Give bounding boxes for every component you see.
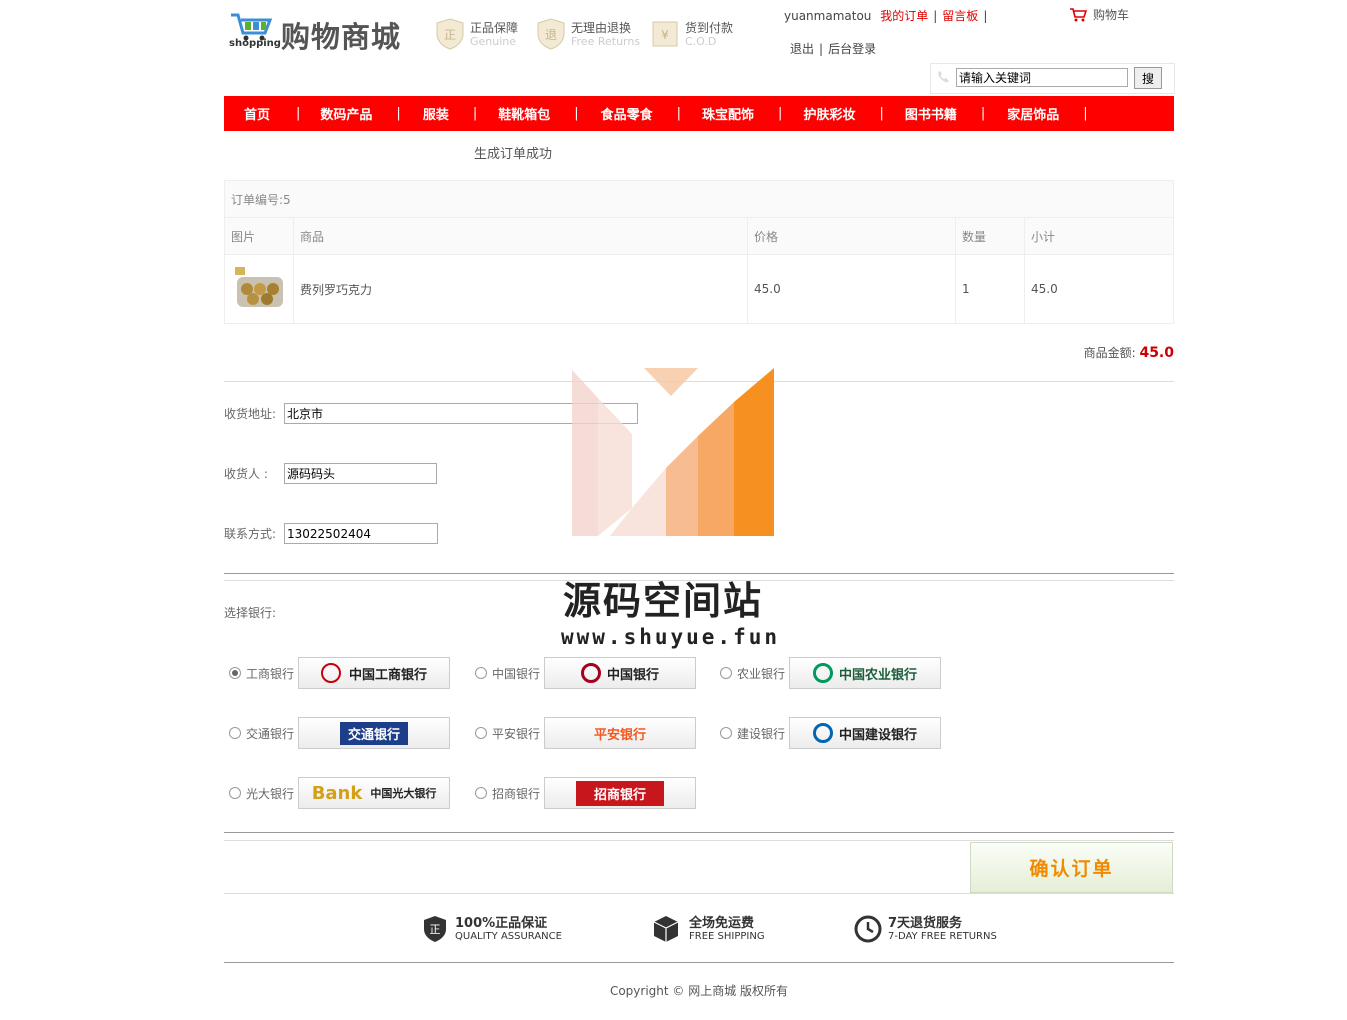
logo-sub: shopping [229, 38, 281, 49]
divider [224, 832, 1174, 833]
abc-logo[interactable]: 中国农业银行 [789, 657, 942, 689]
ccb-logo[interactable]: 中国建设银行 [789, 717, 942, 749]
clock-icon [854, 915, 882, 943]
watermark-title: 源码空间站 [563, 579, 764, 623]
boc-logo[interactable]: 中国银行 [544, 657, 697, 689]
divider [224, 962, 1174, 963]
svg-text:¥: ¥ [661, 28, 669, 42]
receiver-input[interactable] [284, 463, 437, 484]
cart-label: 购物车 [1093, 8, 1130, 22]
watermark-url: www.shuyue.fun [561, 625, 781, 649]
nav-jewelry[interactable]: 珠宝配饰 | [702, 104, 782, 123]
badge-cod: ¥ 货到付款 C.O.D [651, 16, 733, 52]
top-user-links: yuanmamatou 我的订单 | 留言板 | [784, 9, 988, 23]
svg-text:退: 退 [545, 28, 557, 42]
phone-icon [938, 71, 949, 83]
nav-books[interactable]: 图书书籍 | [905, 104, 985, 123]
gift-icon: ¥ [652, 21, 678, 47]
feature-shipping: 全场免运费 FREE SHIPPING [653, 915, 765, 943]
table-row: 费列罗巧克力 45.0 1 45.0 [224, 254, 1174, 324]
confirm-order-button[interactable]: 确认订单 [970, 842, 1173, 893]
cart-link[interactable]: 购物车 [1069, 6, 1129, 23]
shield-icon: 正 [436, 18, 464, 50]
watermark-logo-icon [572, 368, 774, 536]
ceb-logo[interactable]: Bank 中国光大银行 [298, 777, 451, 809]
nav-clothing[interactable]: 服装 | [423, 104, 477, 123]
col-qty: 数量 [955, 217, 1025, 255]
receiver-label: 收货人 : [224, 467, 268, 481]
main-nav: 首页 | 数码产品 | 服装 | 鞋靴箱包 | 食品零食 | 珠宝配饰 | 护肤彩妆 | 图书… [224, 96, 1174, 131]
feature-returns: 7天退货服务 7-DAY FREE RETURNS [854, 915, 997, 943]
order-number: 订单编号:5 [224, 180, 1174, 218]
bank-option-ceb[interactable]: 光大银行 Bank 中国光大银行 [229, 777, 451, 809]
table-header: 图片 商品 价格 数量 小计 [224, 217, 1174, 255]
phone-label: 联系方式: [224, 527, 277, 541]
pingan-logo[interactable]: 平安银行 [544, 717, 697, 749]
quality-shield-icon: 正 [424, 916, 446, 942]
nav-food[interactable]: 食品零食 | [601, 104, 681, 123]
nav-home-decor[interactable]: 家居饰品 | [1007, 104, 1087, 123]
nav-shoes-bags[interactable]: 鞋靴箱包 | [498, 104, 578, 123]
radio-cmb[interactable] [475, 787, 487, 799]
radio-bocom[interactable] [229, 727, 241, 739]
col-image: 图片 [224, 217, 294, 255]
admin-login-link[interactable]: 后台登录 [828, 42, 876, 56]
icbc-logo[interactable]: 中国工商银行 [298, 657, 451, 689]
bank-option-pingan[interactable]: 平安银行 平安银行 [475, 717, 697, 749]
radio-icbc[interactable] [229, 667, 241, 679]
chocolate-box-image [235, 266, 283, 307]
bank-option-boc[interactable]: 中国银行 中国银行 [475, 657, 697, 689]
my-orders-link[interactable]: 我的订单 [880, 9, 928, 23]
product-subtotal: 45.0 [1024, 254, 1174, 324]
product-name[interactable]: 费列罗巧克力 [293, 254, 748, 324]
col-product: 商品 [293, 217, 748, 255]
bank-option-icbc[interactable]: 工商银行 中国工商银行 [229, 657, 451, 689]
address-label: 收货地址: [224, 407, 277, 421]
logo-text: 购物商城 [281, 20, 402, 54]
shield-icon: 退 [537, 18, 565, 50]
radio-boc[interactable] [475, 667, 487, 679]
cmb-logo[interactable]: 招商银行 [544, 777, 697, 809]
logout-link[interactable]: 退出 [790, 42, 814, 56]
product-image[interactable] [224, 254, 294, 324]
product-price: 45.0 [747, 254, 956, 324]
radio-abc[interactable] [720, 667, 732, 679]
bocom-logo[interactable]: 交通银行 [298, 717, 451, 749]
nav-digital[interactable]: 数码产品 | [320, 104, 400, 123]
bank-option-cmb[interactable]: 招商银行 招商银行 [475, 777, 697, 809]
copyright: Copyright © 网上商城 版权所有 [609, 984, 789, 998]
radio-ccb[interactable] [720, 727, 732, 739]
divider [224, 840, 1174, 841]
bank-option-ccb[interactable]: 建设银行 中国建设银行 [720, 717, 942, 749]
bank-option-abc[interactable]: 农业银行 中国农业银行 [720, 657, 942, 689]
col-price: 价格 [747, 217, 956, 255]
col-subtotal: 小计 [1024, 217, 1174, 255]
order-amount: 商品金额: 45.0 [1083, 345, 1174, 361]
radio-pingan[interactable] [475, 727, 487, 739]
radio-ceb[interactable] [229, 787, 241, 799]
divider [224, 893, 1174, 894]
top-user-links-2: 退出 | 后台登录 [790, 42, 877, 56]
svg-text:正: 正 [430, 923, 441, 936]
search-button[interactable]: 搜 [1134, 67, 1162, 89]
username: yuanmamatou [784, 9, 872, 23]
message-board-link[interactable]: 留言板 [942, 9, 978, 23]
nav-home[interactable]: 首页 | [244, 104, 300, 123]
badge-returns: 退 无理由退换 Free Returns [537, 16, 640, 52]
box-icon [653, 916, 679, 942]
search-input[interactable] [956, 68, 1128, 87]
order-table: 订单编号:5 图片 商品 价格 数量 小计 费列罗巧克力 45.0 1 45.0 [224, 180, 1174, 324]
phone-input[interactable] [284, 523, 438, 544]
product-qty: 1 [955, 254, 1025, 324]
svg-text:正: 正 [444, 28, 456, 42]
cart-icon [1070, 7, 1087, 21]
feature-quality: 正 100%正品保证 QUALITY ASSURANCE [423, 915, 562, 943]
bank-label: 选择银行: [224, 606, 277, 620]
badge-genuine: 正 正品保障 Genuine [436, 16, 518, 52]
bank-option-bocom[interactable]: 交通银行 交通银行 [229, 717, 451, 749]
nav-cosmetics[interactable]: 护肤彩妆 | [803, 104, 883, 123]
success-message: 生成订单成功 [474, 147, 553, 162]
